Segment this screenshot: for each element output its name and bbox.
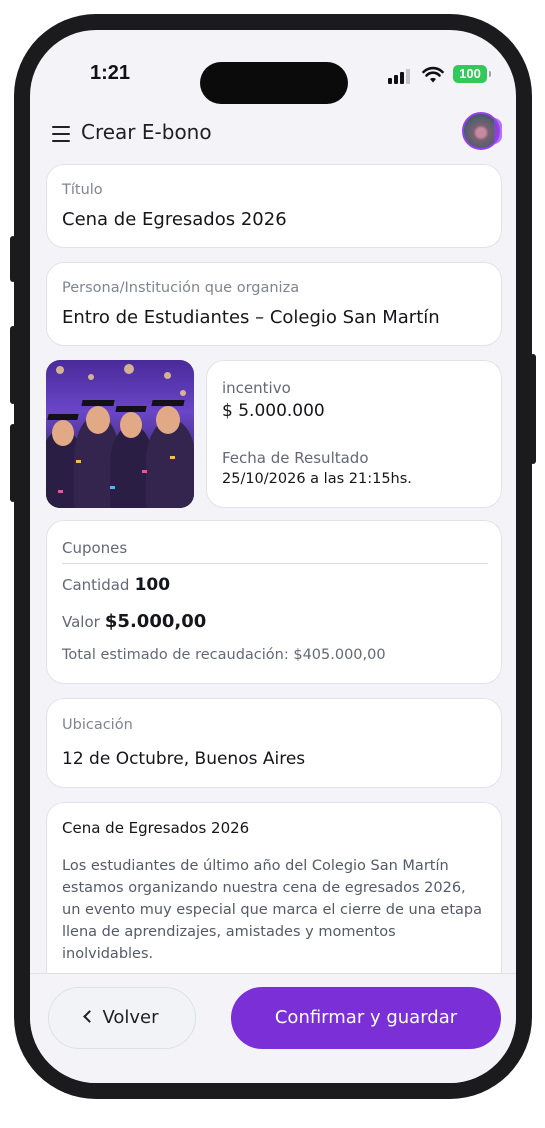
incentive-label: incentivo: [222, 379, 291, 397]
description-text: Los estudiantes de último año del Colegi…: [62, 858, 482, 962]
battery-icon: 100: [453, 65, 491, 83]
bottom-action-bar: Volver Confirmar y guardar: [30, 973, 516, 1083]
price-value: $5.000,00: [104, 611, 207, 632]
back-button-label: Volver: [102, 1007, 159, 1028]
status-time: 1:21: [90, 62, 131, 84]
confirm-save-button[interactable]: Confirmar y guardar: [231, 987, 501, 1049]
description-card[interactable]: Cena de Egresados 2026 Los estudiantes d…: [46, 802, 502, 1002]
power-button: [530, 354, 536, 464]
chevron-left-icon: [83, 1010, 97, 1023]
result-date-value: 25/10/2026 a las 21:15hs.: [222, 471, 412, 487]
dynamic-island: [200, 62, 348, 104]
quantity-value: 100: [134, 575, 171, 595]
event-image[interactable]: [46, 360, 194, 508]
signal-icon: [388, 68, 414, 84]
coupons-title: Cupones: [62, 539, 128, 557]
screen: 1:21 100 Crear E-bono Título Cena de Egr…: [30, 30, 516, 1083]
organizer-label: Persona/Institución que organiza: [62, 280, 300, 296]
price-label: Valor: [62, 613, 100, 631]
location-value: 12 de Octubre, Buenos Aires: [62, 749, 306, 769]
title-field[interactable]: Título Cena de Egresados 2026: [46, 164, 502, 248]
location-label: Ubicación: [62, 717, 133, 733]
volume-up-button: [10, 326, 16, 404]
result-date-label: Fecha de Resultado: [222, 449, 369, 467]
volume-down-button: [10, 424, 16, 502]
page-title: Crear E-bono: [81, 120, 212, 144]
avatar[interactable]: [462, 112, 502, 150]
incentive-value: $ 5.000.000: [222, 401, 325, 421]
quantity-label: Cantidad: [62, 576, 130, 594]
hamburger-menu-icon[interactable]: [52, 126, 70, 142]
action-button: [10, 236, 16, 282]
organizer-field[interactable]: Persona/Institución que organiza Entro d…: [46, 262, 502, 346]
description-title: Cena de Egresados 2026: [62, 819, 250, 837]
phone-frame: 1:21 100 Crear E-bono Título Cena de Egr…: [10, 14, 536, 1099]
app-header: Crear E-bono: [30, 112, 516, 158]
coupons-divider: [62, 563, 488, 564]
coupons-quantity[interactable]: Cantidad 100: [62, 575, 170, 595]
title-value: Cena de Egresados 2026: [62, 209, 287, 230]
location-field[interactable]: Ubicación 12 de Octubre, Buenos Aires: [46, 698, 502, 788]
status-bar: 1:21 100: [30, 30, 516, 114]
organizer-value: Entro de Estudiantes – Colegio San Martí…: [62, 307, 440, 328]
back-button[interactable]: Volver: [48, 987, 196, 1049]
incentive-card: incentivo $ 5.000.000 Fecha de Resultado…: [206, 360, 502, 508]
coupons-price[interactable]: Valor $5.000,00: [62, 611, 206, 632]
coupons-card: Cupones Cantidad 100 Valor $5.000,00 Tot…: [46, 520, 502, 684]
title-label: Título: [62, 182, 103, 198]
wifi-icon: [422, 66, 444, 83]
estimated-total: Total estimado de recaudación: $405.000,…: [62, 647, 386, 663]
